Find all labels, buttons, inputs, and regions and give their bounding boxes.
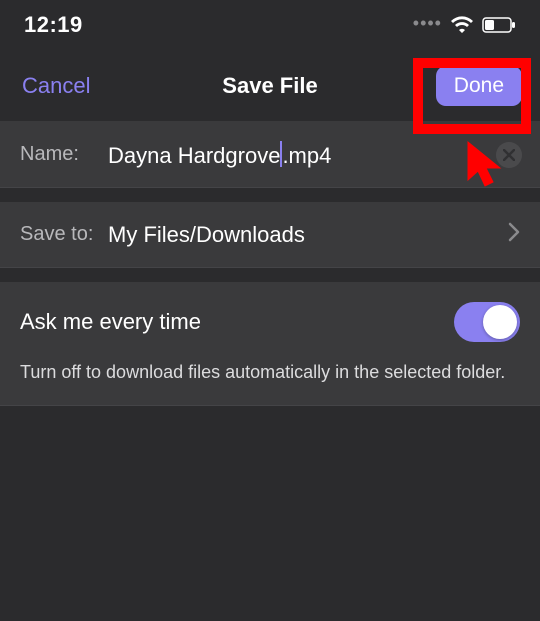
filename-after-caret: .mp4 [282, 143, 331, 168]
filename-before-caret: Dayna Hardgrove [108, 143, 280, 168]
ask-every-time-toggle[interactable] [454, 302, 520, 342]
status-bar: 12:19 •••• [0, 0, 540, 50]
ask-every-time-section: Ask me every time Turn off to download f… [0, 282, 540, 406]
header: Cancel Save File Done [0, 50, 540, 122]
wifi-icon [450, 16, 474, 34]
filename-input[interactable]: Dayna Hardgrove.mp4 [108, 141, 520, 169]
status-time: 12:19 [24, 12, 83, 38]
row-spacer [0, 188, 540, 202]
saveto-label: Save to: [20, 223, 108, 246]
name-row[interactable]: Name: Dayna Hardgrove.mp4 [0, 122, 540, 188]
name-label: Name: [20, 143, 108, 166]
close-icon [503, 149, 515, 161]
toggle-knob [483, 305, 517, 339]
ask-every-time-label: Ask me every time [20, 309, 201, 335]
section-gap [0, 268, 540, 282]
status-indicators: •••• [413, 15, 516, 36]
more-dots-icon: •••• [413, 13, 442, 34]
ask-every-time-description: Turn off to download files automatically… [20, 360, 520, 385]
page-title: Save File [222, 73, 317, 99]
battery-icon [482, 17, 516, 33]
chevron-right-icon [508, 222, 520, 247]
cancel-button[interactable]: Cancel [18, 65, 94, 107]
saveto-value: My Files/Downloads [108, 222, 508, 248]
done-button[interactable]: Done [436, 66, 522, 106]
clear-text-button[interactable] [496, 142, 522, 168]
saveto-row[interactable]: Save to: My Files/Downloads [0, 202, 540, 268]
